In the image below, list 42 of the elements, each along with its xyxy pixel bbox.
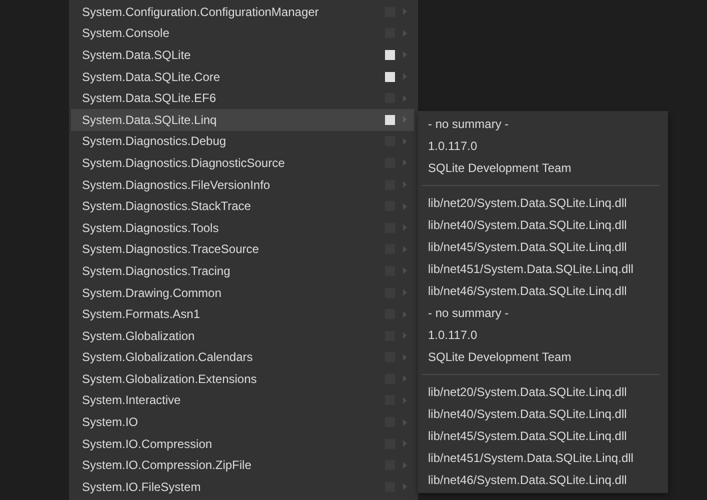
submenu-item[interactable]: 1.0.117.0 [418,135,668,157]
submenu-item[interactable]: 1.0.117.0 [418,324,668,346]
menu-item[interactable]: System.Globalization.Calendars [71,346,414,368]
menu-item[interactable]: System.Data.SQLite.EF6 [71,87,414,109]
menu-item[interactable]: System.Diagnostics.DiagnosticSource [71,152,414,174]
submenu-item[interactable]: lib/net45/System.Data.SQLite.Linq.dll [418,236,668,258]
checkbox[interactable] [385,72,395,82]
menu-item[interactable]: System.Formats.Asn1 [71,303,414,325]
submenu-item[interactable]: lib/net40/System.Data.SQLite.Linq.dll [418,214,668,236]
menu-item[interactable]: System.Drawing.Common [71,282,414,304]
menu-item[interactable]: System.Interactive [71,390,414,412]
menu-item[interactable]: System.Diagnostics.Tools [71,216,414,239]
menu-item[interactable]: System.Globalization [71,324,414,346]
menu-item[interactable]: System.IO [71,411,414,433]
checkbox[interactable] [385,114,395,125]
submenu-item[interactable]: - no summary - [418,113,668,135]
checkbox[interactable] [385,50,395,60]
menu-item[interactable]: System.Diagnostics.FileVersionInfo [71,174,414,196]
menu-item[interactable]: System.IO.Compression [71,432,414,454]
submenu-item[interactable]: lib/net20/System.Data.SQLite.Linq.dll [418,381,668,403]
submenu-item[interactable]: lib/net20/System.Data.SQLite.Linq.dll [418,192,668,214]
submenu-item[interactable]: lib/net40/System.Data.SQLite.Linq.dll [418,403,668,425]
menu-item[interactable]: System.Globalization.Extensions [71,368,414,390]
menu-item[interactable]: System.Configuration.ConfigurationManager [71,1,414,23]
submenu-item[interactable]: lib/net46/System.Data.SQLite.Linq.dll [418,280,668,302]
menu-item[interactable]: System.Diagnostics.TraceSource [71,238,414,260]
submenu-item[interactable]: lib/net451/System.Data.SQLite.Linq.dll [418,258,668,280]
menu-item[interactable]: System.Diagnostics.StackTrace [71,195,414,217]
submenu-item[interactable]: - no summary - [418,302,668,324]
menu-item[interactable]: System.IO.Compression.ZipFile [71,454,414,476]
menu-item[interactable]: System.IO.FileSystem [71,476,414,498]
menu-item[interactable]: System.Diagnostics.Debug [71,130,414,152]
menu-item[interactable]: System.Data.SQLite.Core [71,66,414,88]
submenu-item[interactable]: SQLite Development Team [418,346,668,368]
menu-item[interactable]: System.Data.SQLite [71,44,414,66]
submenu-item[interactable]: SQLite Development Team [418,157,668,179]
menu-item[interactable]: System.Data.SQLite.Linq [71,108,414,131]
menu-item[interactable]: System.Console [71,22,414,44]
menu-item[interactable]: System.Diagnostics.Tracing [71,260,414,282]
submenu-item[interactable]: lib/net451/System.Data.SQLite.Linq.dll [418,447,668,469]
submenu-item[interactable]: lib/net46/System.Data.SQLite.Linq.dll [418,469,668,491]
submenu-item[interactable]: lib/net45/System.Data.SQLite.Linq.dll [418,425,668,447]
